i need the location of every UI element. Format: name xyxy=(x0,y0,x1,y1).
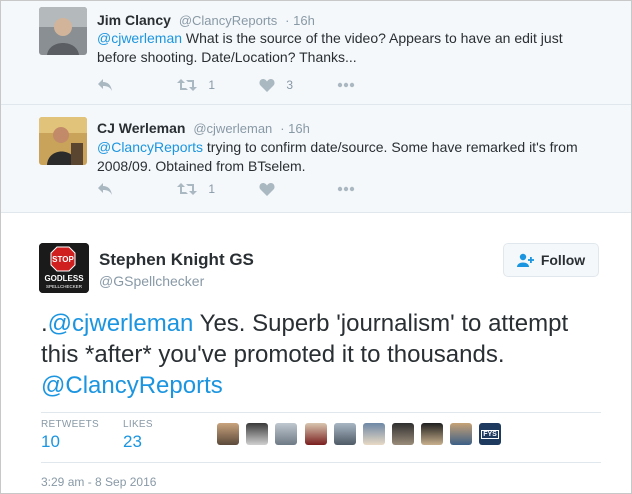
likes-label: LIKES xyxy=(123,419,153,430)
tweet-text: .@cjwerleman Yes. Superb 'journalism' to… xyxy=(41,308,611,401)
tweet-time[interactable]: 16h xyxy=(285,13,315,28)
tweet-header: Jim Clancy @ClancyReports 16h xyxy=(97,12,315,28)
follow-label: Follow xyxy=(540,252,586,268)
tweet-time[interactable]: 16h xyxy=(280,121,310,136)
like-count: 3 xyxy=(286,77,294,92)
more-icon xyxy=(337,82,355,88)
avatar[interactable] xyxy=(39,117,87,165)
retweet-button[interactable]: 1 xyxy=(177,181,215,196)
tweet-embed-screenshot: Jim Clancy @ClancyReports 16h @cjwerlema… xyxy=(0,0,632,494)
liker-avatar[interactable] xyxy=(275,423,297,445)
liker-avatar[interactable]: FYS xyxy=(479,423,501,445)
author-handle[interactable]: @GSpellchecker xyxy=(99,273,204,289)
tweet-timestamp[interactable]: 3:29 am - 8 Sep 2016 xyxy=(41,475,156,489)
avatar-line1-text: GODLESS xyxy=(44,274,84,283)
reply-icon xyxy=(98,78,112,91)
author-name[interactable]: Stephen Knight GS xyxy=(99,250,254,270)
add-user-icon xyxy=(516,253,534,267)
retweet-count: 1 xyxy=(208,181,216,196)
tweet-text: @ClancyReports trying to confirm date/so… xyxy=(97,138,597,176)
avatar[interactable] xyxy=(39,7,87,55)
avatar-stop-text: STOP xyxy=(52,255,74,264)
retweet-icon xyxy=(177,182,197,195)
mention-link[interactable]: @ClancyReports xyxy=(41,372,223,399)
liker-avatar[interactable] xyxy=(421,423,443,445)
reply-tweet: Jim Clancy @ClancyReports 16h @cjwerlema… xyxy=(1,1,631,105)
reply-tweet: CJ Werleman @cjwerleman 16h @ClancyRepor… xyxy=(1,105,631,213)
retweet-button[interactable]: 1 xyxy=(177,77,215,92)
liker-avatar[interactable] xyxy=(334,423,356,445)
author-handle[interactable]: @cjwerleman xyxy=(193,121,272,136)
like-button[interactable] xyxy=(259,181,275,196)
author-handle[interactable]: @ClancyReports xyxy=(179,13,277,28)
liker-avatar[interactable] xyxy=(450,423,472,445)
retweet-icon xyxy=(177,78,197,91)
retweet-count: 1 xyxy=(208,77,216,92)
reply-icon xyxy=(98,182,112,195)
avatar[interactable]: STOP GODLESS SPELLCHECKER xyxy=(39,243,89,293)
avatar-line2-text: SPELLCHECKER xyxy=(46,284,83,289)
main-tweet: STOP GODLESS SPELLCHECKER Stephen Knight… xyxy=(1,213,631,493)
more-button[interactable] xyxy=(337,77,355,91)
liker-avatar[interactable] xyxy=(305,423,327,445)
liker-avatar[interactable] xyxy=(217,423,239,445)
retweets-stat[interactable]: RETWEETS 10 xyxy=(41,419,99,452)
mention-link[interactable]: @cjwerleman xyxy=(97,30,182,46)
likes-value: 23 xyxy=(123,432,142,451)
liker-avatar[interactable] xyxy=(246,423,268,445)
liker-avatar[interactable] xyxy=(363,423,385,445)
heart-icon xyxy=(259,182,275,196)
liker-avatar[interactable] xyxy=(392,423,414,445)
author-name[interactable]: CJ Werleman xyxy=(97,120,185,136)
heart-icon xyxy=(259,78,275,92)
follow-button[interactable]: Follow xyxy=(503,243,599,277)
retweets-value: 10 xyxy=(41,432,60,451)
retweets-label: RETWEETS xyxy=(41,419,99,430)
author-name[interactable]: Jim Clancy xyxy=(97,12,171,28)
liker-badge-text: FYS xyxy=(481,429,499,439)
mention-link[interactable]: @cjwerleman xyxy=(48,310,194,337)
reply-button[interactable] xyxy=(97,181,113,196)
tweet-stats: RETWEETS 10 LIKES 23 FYS xyxy=(41,412,601,463)
tweet-prefix: . xyxy=(41,310,48,337)
more-button[interactable] xyxy=(337,181,355,195)
likes-stat[interactable]: LIKES 23 xyxy=(123,419,153,452)
like-button[interactable]: 3 xyxy=(259,77,293,92)
tweet-header: CJ Werleman @cjwerleman 16h xyxy=(97,120,310,136)
tweet-text: @cjwerleman What is the source of the vi… xyxy=(97,29,597,67)
reply-button[interactable] xyxy=(97,77,113,92)
mention-link[interactable]: @ClancyReports xyxy=(97,139,203,155)
more-icon xyxy=(337,186,355,192)
